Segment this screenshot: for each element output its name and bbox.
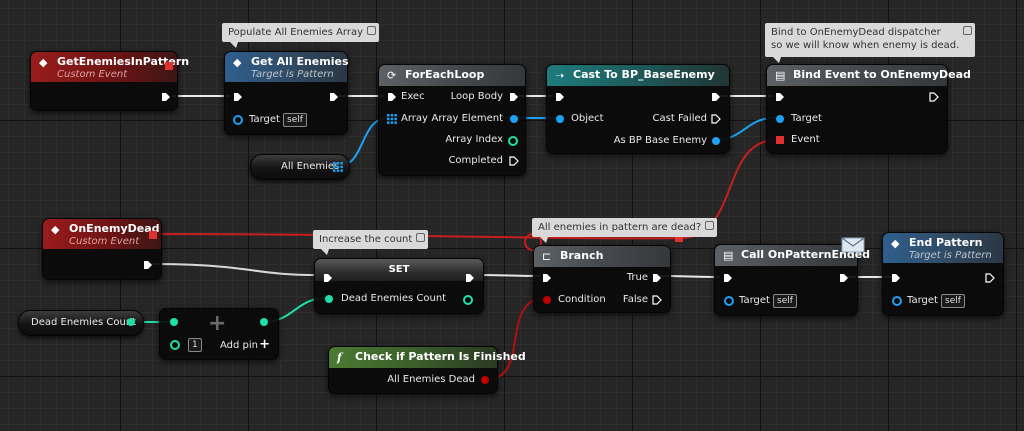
dead-count-out-pin[interactable] [127,318,135,326]
node-end-pattern[interactable]: ◆ End Pattern Target is Pattern Target s… [882,232,1004,316]
plus-icon: + [208,311,227,336]
target-default: self [941,294,965,308]
comment-bubble-icon [367,26,377,35]
add-out-pin[interactable] [260,318,268,326]
exec-out-pin[interactable] [711,92,721,102]
exec-in-pin[interactable] [233,92,243,102]
function-icon: f [337,351,342,364]
exec-in-pin[interactable] [542,273,552,283]
node-call-on-pattern-ended[interactable]: ▤ Call OnPatternEnded Target self [714,237,870,316]
node-bind-event-to-on-enemy-dead[interactable]: ▤ Bind Event to OnEnemyDead Target Event [766,64,971,154]
exec-in-pin[interactable] [775,92,785,102]
target-default: self [283,113,307,127]
all-dead-out-pin[interactable] [481,376,489,384]
exec-in-pin[interactable] [387,92,397,102]
comment-bind[interactable]: Bind to OnEnemyDead dispatcher so we wil… [765,23,976,63]
bind-event-icon: ▤ [775,69,786,82]
exec-out-pin[interactable] [329,92,339,102]
diamond-icon: ◆ [39,56,48,69]
var-dead-enemies-count[interactable]: Dead Enemies Count [18,310,144,336]
condition-pin[interactable] [543,296,551,304]
diamond-icon: ◆ [233,56,242,69]
comment-increase[interactable]: Increase the count [313,230,429,255]
var-all-enemies[interactable]: All Enemies [250,154,350,180]
exec-wire [149,263,319,276]
node-add-int[interactable]: + 1 Add pin + [159,308,279,360]
add-in-pin-a[interactable] [170,318,178,326]
add-in-pin-b[interactable] [170,340,180,350]
diamond-icon: ◆ [51,223,60,236]
node-branch[interactable]: ⊏ Branch Condition True False [533,245,671,313]
node-for-each-loop[interactable]: ⟳ ForEachLoop Exec Array Loop Body Array… [378,64,526,176]
array-element-pin[interactable] [510,115,518,123]
node-on-enemy-dead[interactable]: ◆ OnEnemyDead Custom Event [42,218,162,280]
target-pin[interactable] [233,115,243,125]
exec-in-pin[interactable] [323,273,333,283]
diamond-icon: ◆ [891,237,900,250]
dead-count-in-pin[interactable] [325,295,333,303]
add-default-value[interactable]: 1 [188,338,202,352]
delegate-out-pin[interactable] [165,62,173,70]
object-in-pin[interactable] [556,115,564,123]
exec-in-pin[interactable] [723,273,733,283]
branch-icon: ⊏ [542,250,552,263]
exec-in-pin[interactable] [555,92,565,102]
exec-out-pin[interactable] [985,273,995,283]
as-enemy-pin[interactable] [712,137,720,145]
comment-bubble-icon [705,221,715,230]
array-index-pin[interactable] [508,136,518,146]
exec-out-pin[interactable] [465,273,475,283]
cast-failed-pin[interactable] [711,114,721,124]
target-pin[interactable] [776,115,784,123]
cast-arrows-icon: ➝ [555,69,565,82]
node-set-dead-enemies-count[interactable]: SET Dead Enemies Count [314,258,484,314]
event-pin[interactable] [776,136,784,144]
true-pin[interactable] [652,273,662,283]
envelope-icon [841,237,865,253]
bind-event-icon: ▤ [723,249,734,262]
dead-count-out-pin[interactable] [463,295,473,305]
exec-out-pin[interactable] [161,92,171,102]
loop-body-pin[interactable] [509,92,519,102]
node-get-enemies-in-pattern[interactable]: ◆ GetEnemiesInPattern Custom Event [30,51,189,111]
completed-pin[interactable] [509,156,519,166]
comment-all-dead[interactable]: All enemies in pattern are dead? [532,218,718,243]
target-pin[interactable] [892,296,902,306]
exec-in-pin[interactable] [891,273,901,283]
delegate-out-pin[interactable] [149,231,157,239]
array-in-pin[interactable] [387,114,397,124]
comment-bubble-icon [416,233,426,242]
comment-populate[interactable]: Populate All Enemies Array [222,23,380,48]
plus-icon[interactable]: + [259,337,270,352]
exec-out-pin[interactable] [143,260,153,270]
add-pin-button[interactable]: Add pin [220,340,258,352]
node-cast-to-bp-base-enemy[interactable]: ➝ Cast To BP_BaseEnemy Object Cast Faile… [546,64,730,154]
node-check-pattern-finished[interactable]: f Check if Pattern Is Finished All Enemi… [328,346,526,394]
target-pin[interactable] [724,296,734,306]
comment-bubble-icon [963,26,973,35]
grid-icon[interactable] [333,162,343,172]
target-default: self [773,294,797,308]
node-get-all-enemies[interactable]: ◆ Get All Enemies Target is Pattern Targ… [224,51,349,135]
exec-out-pin[interactable] [839,273,849,283]
false-pin[interactable] [652,295,662,305]
loop-icon: ⟳ [387,69,397,82]
exec-out-pin[interactable] [929,92,939,102]
